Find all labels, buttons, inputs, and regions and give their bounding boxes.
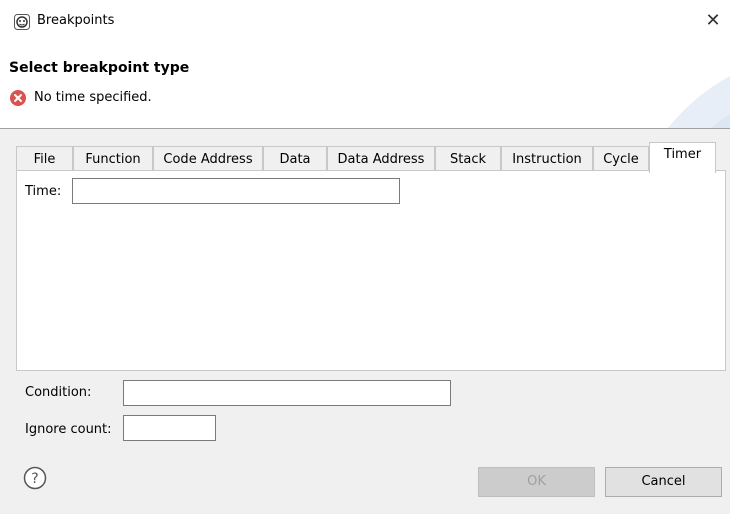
banner-decoration: [668, 76, 730, 128]
tab-instruction[interactable]: Instruction: [501, 146, 593, 172]
time-label: Time:: [25, 184, 62, 199]
tab-file[interactable]: File: [16, 146, 73, 172]
ok-button[interactable]: OK: [478, 467, 595, 497]
dialog-banner: Select breakpoint type No time specified…: [0, 42, 730, 129]
tab-code-address[interactable]: Code Address: [153, 146, 263, 172]
tab-timer[interactable]: Timer: [649, 142, 716, 173]
close-icon[interactable]: ✕: [701, 9, 725, 33]
help-icon[interactable]: ?: [23, 466, 47, 490]
window-title: Breakpoints: [37, 13, 115, 28]
breakpoint-type-tabs: File Function Code Address Data Data Add…: [16, 142, 726, 173]
cancel-button[interactable]: Cancel: [605, 467, 722, 497]
condition-label: Condition:: [25, 385, 92, 400]
svg-text:?: ?: [31, 471, 38, 487]
breakpoint-dialog-icon: [14, 14, 30, 30]
tab-function[interactable]: Function: [73, 146, 153, 172]
ignore-count-input[interactable]: [123, 415, 216, 441]
timer-panel: Time:: [16, 170, 726, 371]
tab-cycle[interactable]: Cycle: [593, 146, 649, 172]
time-input[interactable]: [72, 178, 400, 204]
tab-stack[interactable]: Stack: [435, 146, 501, 172]
error-icon: [10, 90, 26, 106]
error-message: No time specified.: [34, 90, 152, 105]
tab-data-address[interactable]: Data Address: [327, 146, 435, 172]
page-title: Select breakpoint type: [9, 60, 190, 76]
condition-input[interactable]: [123, 380, 451, 406]
ignore-count-label: Ignore count:: [25, 422, 112, 437]
tab-data[interactable]: Data: [263, 146, 327, 172]
title-bar: Breakpoints ✕: [0, 0, 730, 42]
